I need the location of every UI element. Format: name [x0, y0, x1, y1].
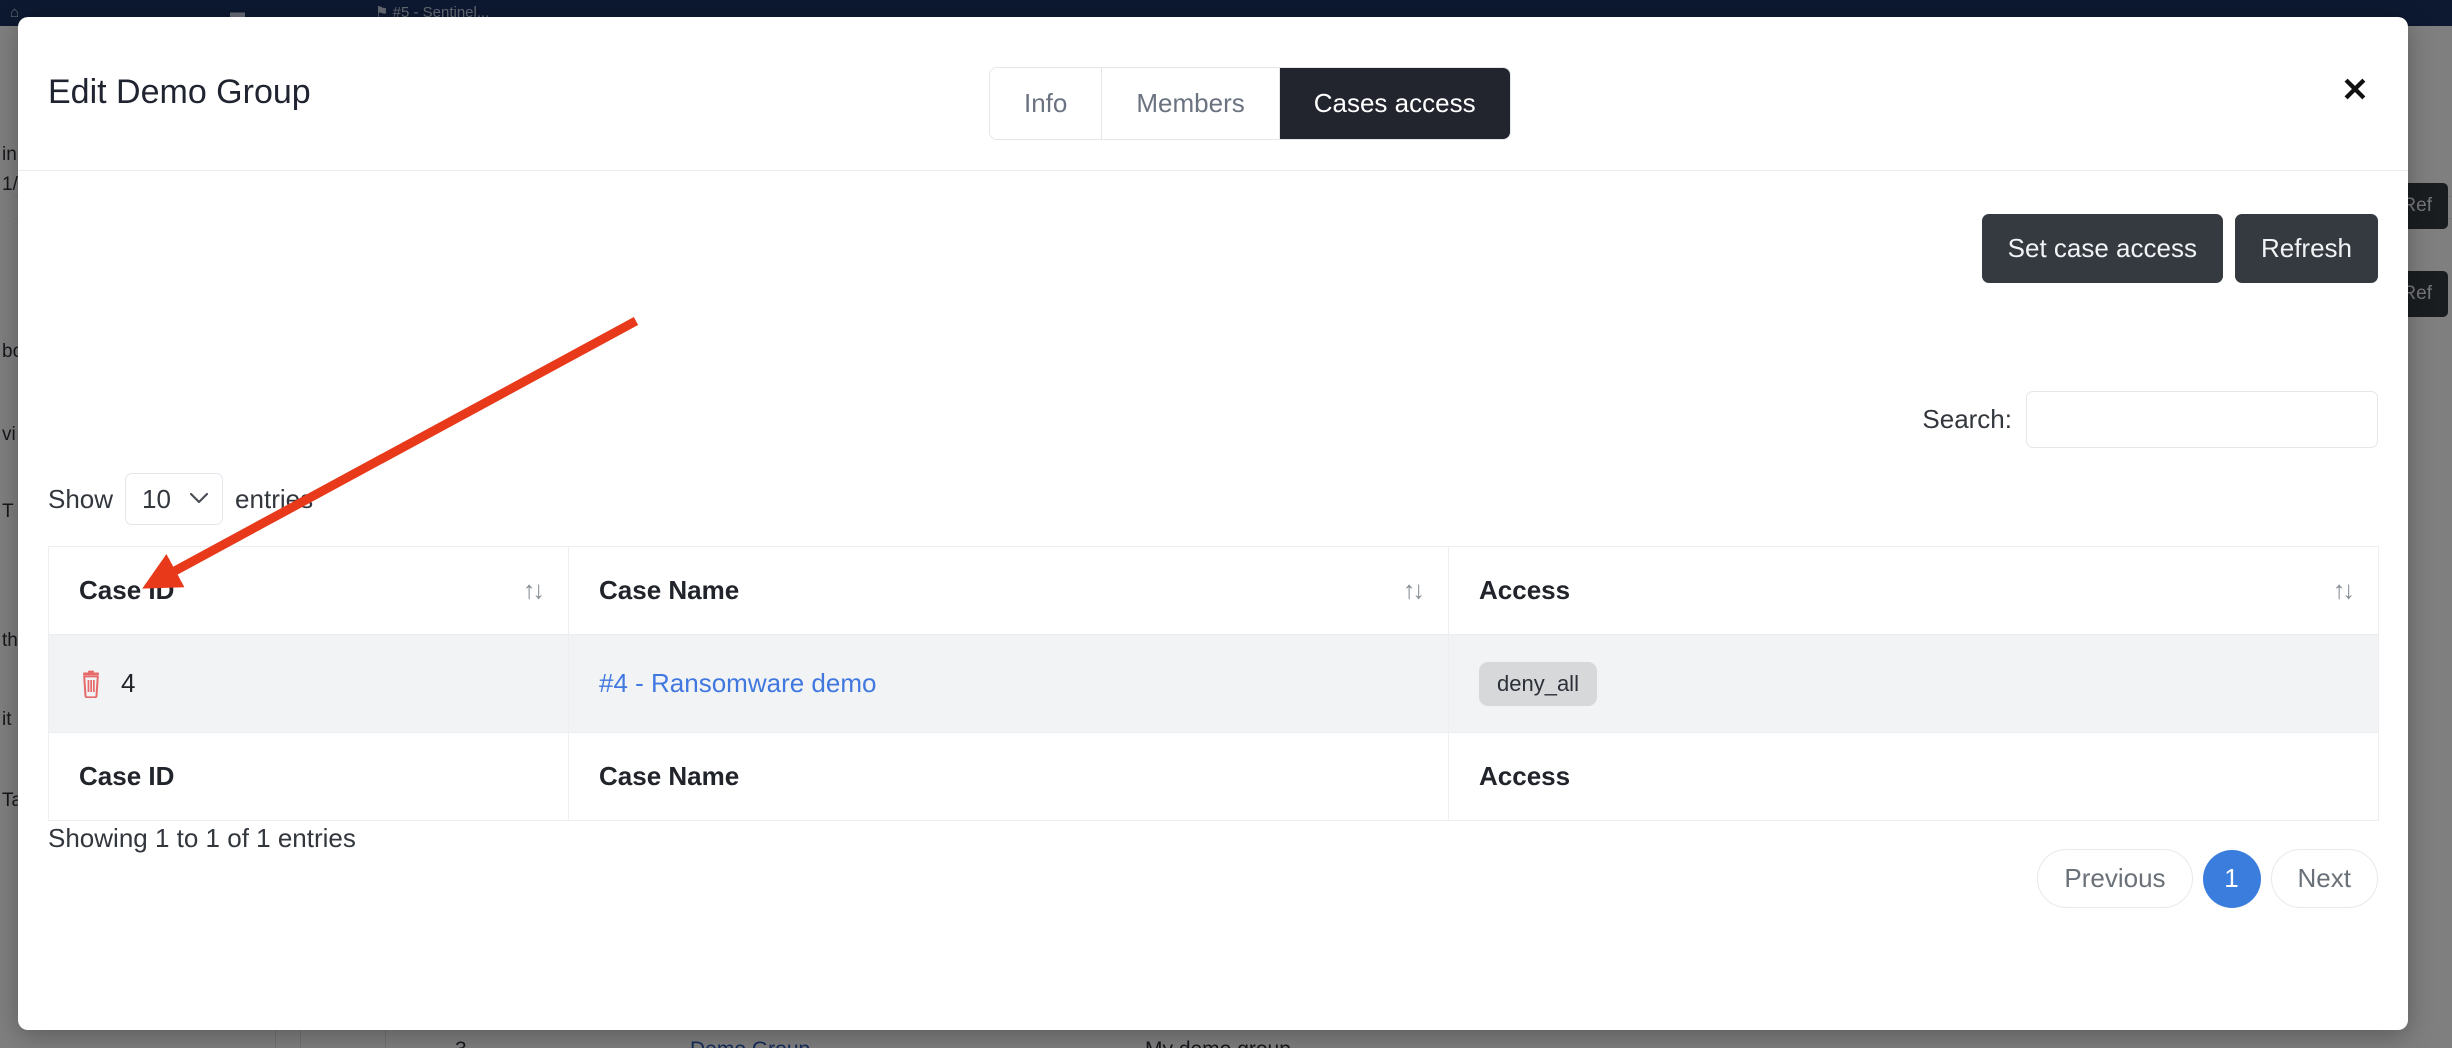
set-case-access-button[interactable]: Set case access	[1982, 214, 2223, 283]
pagination-next-button[interactable]: Next	[2271, 849, 2378, 908]
edit-group-modal: Edit Demo Group Info Members Cases acces…	[18, 17, 2408, 1030]
cell-case-name: #4 - Ransomware demo	[569, 635, 1449, 733]
pagination-page-1-button[interactable]: 1	[2203, 850, 2261, 908]
modal-header: Edit Demo Group Info Members Cases acces…	[18, 17, 2408, 171]
table-header-row: Case ID ↑↓ Case Name ↑↓ Access ↑↓	[49, 547, 2379, 635]
trash-icon[interactable]	[79, 670, 103, 698]
case-id-wrapper: 4	[79, 668, 538, 699]
cell-case-id: 4	[49, 635, 569, 733]
column-header-case-name-label: Case Name	[599, 575, 739, 605]
pagination-previous-button[interactable]: Previous	[2037, 849, 2192, 908]
length-menu-prefix: Show	[48, 484, 113, 515]
case-id-value: 4	[121, 668, 135, 699]
page-title: Edit Demo Group	[48, 73, 311, 112]
pagination: Previous 1 Next	[2037, 849, 2378, 908]
table-body: 4 #4 - Ransomware demo deny_all	[49, 635, 2379, 733]
table-foot: Case ID Case Name Access	[49, 733, 2379, 821]
sort-icon-case-name[interactable]: ↑↓	[1403, 578, 1422, 603]
sort-icon-case-id[interactable]: ↑↓	[523, 578, 542, 603]
table-info: Showing 1 to 1 of 1 entries	[48, 823, 356, 854]
entries-select[interactable]: 10	[125, 473, 223, 525]
tab-info[interactable]: Info	[990, 68, 1102, 139]
sort-icon-access[interactable]: ↑↓	[2333, 578, 2352, 603]
close-icon[interactable]: ✕	[2335, 71, 2375, 111]
column-header-case-id-label: Case ID	[79, 575, 174, 605]
table-head: Case ID ↑↓ Case Name ↑↓ Access ↑↓	[49, 547, 2379, 635]
length-menu-suffix: entries	[235, 484, 313, 515]
table-row[interactable]: 4 #4 - Ransomware demo deny_all	[49, 635, 2379, 733]
table-toolbar: Set case access Refresh	[1982, 214, 2378, 283]
column-header-case-name[interactable]: Case Name ↑↓	[569, 547, 1449, 635]
cases-access-table: Case ID ↑↓ Case Name ↑↓ Access ↑↓	[48, 546, 2379, 821]
status-badge: deny_all	[1479, 662, 1597, 706]
search-label: Search:	[1922, 404, 2012, 435]
length-menu: Show 10 entries	[48, 473, 313, 525]
column-header-case-id[interactable]: Case ID ↑↓	[49, 547, 569, 635]
footer-column-access: Access	[1449, 733, 2379, 821]
modal-body: Set case access Refresh Show 10 entries …	[18, 171, 2408, 1029]
refresh-button[interactable]: Refresh	[2235, 214, 2378, 283]
modal-tabs: Info Members Cases access	[990, 68, 1510, 139]
search-input[interactable]	[2026, 391, 2378, 448]
column-header-access[interactable]: Access ↑↓	[1449, 547, 2379, 635]
cell-access: deny_all	[1449, 635, 2379, 733]
case-name-link[interactable]: #4 - Ransomware demo	[599, 668, 876, 698]
footer-column-case-name: Case Name	[569, 733, 1449, 821]
table-filter: Search:	[1922, 391, 2378, 448]
tab-members[interactable]: Members	[1102, 68, 1279, 139]
footer-column-case-id: Case ID	[49, 733, 569, 821]
entries-select-wrapper: 10	[125, 473, 223, 525]
tab-cases-access[interactable]: Cases access	[1280, 68, 1510, 139]
column-header-access-label: Access	[1479, 575, 1570, 605]
table-footer-row: Case ID Case Name Access	[49, 733, 2379, 821]
